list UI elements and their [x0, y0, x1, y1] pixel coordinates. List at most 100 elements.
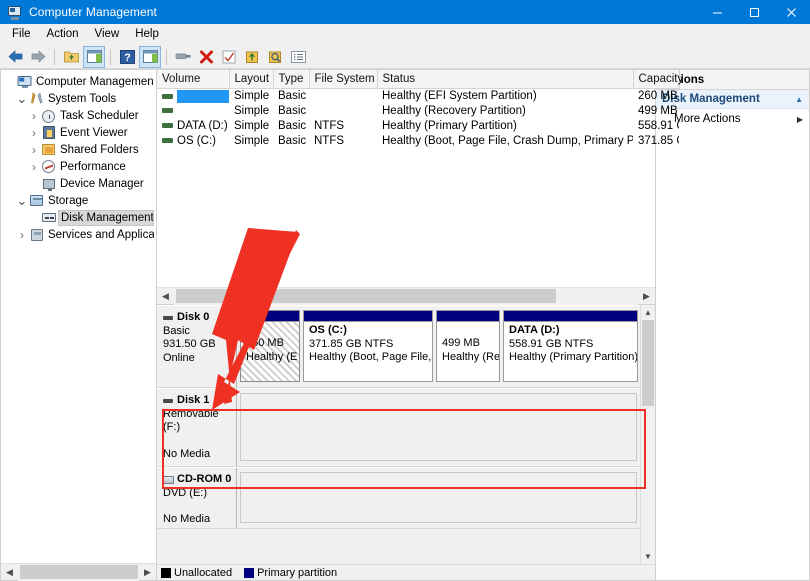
column-header-type[interactable]: Type: [273, 70, 309, 88]
partition-label: DATA (D:): [509, 324, 633, 338]
graph-scroll-thumb[interactable]: [642, 320, 654, 406]
tree-node-disk-management[interactable]: Disk Management: [1, 209, 156, 226]
column-header-volume[interactable]: Volume: [157, 70, 229, 88]
volume-scroll-track[interactable]: [174, 288, 638, 305]
chevron-right-icon[interactable]: ›: [27, 127, 41, 139]
chevron-right-icon[interactable]: ›: [15, 229, 29, 241]
tree-scroll-track[interactable]: [18, 564, 139, 581]
view-details-icon[interactable]: [287, 46, 309, 68]
volume-cell-capacity: 371.85 G: [633, 134, 679, 149]
up-folder-icon[interactable]: [60, 46, 82, 68]
disk-no-media-area[interactable]: [240, 472, 637, 523]
volume-cell-name[interactable]: OS (C:): [157, 134, 229, 149]
column-header-capacity[interactable]: Capacity: [633, 70, 679, 88]
volume-cell-layout: Simple: [229, 88, 273, 104]
disk-row-disk-1[interactable]: Disk 1Removable (F:)No Media: [157, 388, 640, 467]
forward-icon[interactable]: [27, 46, 49, 68]
toolbar-separator: [54, 49, 55, 65]
legend-item: Unallocated: [161, 567, 232, 579]
svg-text:?: ?: [124, 52, 131, 64]
chevron-right-icon[interactable]: ›: [27, 144, 41, 156]
computer-management-window: Computer Management File Action View Hel…: [0, 0, 810, 581]
graph-scroll-up-icon[interactable]: ▲: [641, 305, 655, 320]
volume-scroll-left-icon[interactable]: ◀: [157, 288, 174, 304]
graph-scroll-down-icon[interactable]: ▼: [641, 549, 655, 564]
menu-help[interactable]: Help: [127, 26, 167, 43]
volume-row[interactable]: SimpleBasicHealthy (Recovery Partition)4…: [157, 104, 679, 119]
computer-icon: [17, 74, 33, 90]
partition-block[interactable]: 499 MBHealthy (Re: [436, 310, 500, 382]
column-header-file-system[interactable]: File System: [309, 70, 377, 88]
column-header-status[interactable]: Status: [377, 70, 633, 88]
show-hide-console-tree-icon[interactable]: [83, 46, 105, 68]
volume-cell-capacity: 558.91 G: [633, 119, 679, 134]
tree-horizontal-scrollbar[interactable]: ◀ ▶: [1, 563, 156, 580]
volume-scroll-right-icon[interactable]: ▶: [638, 288, 655, 304]
volume-cell-name[interactable]: DATA (D:): [157, 119, 229, 134]
disk-row-cd-rom-0[interactable]: CD-ROM 0DVD (E:)No Media: [157, 467, 640, 529]
tree-scroll-left-icon[interactable]: ◀: [1, 564, 18, 580]
tree-node-performance[interactable]: ›Performance: [1, 158, 156, 175]
tree-node-services-and-applications[interactable]: ›Services and Applications: [1, 226, 156, 243]
disk-name-label: CD-ROM 0: [177, 473, 231, 487]
disk-info-line: [163, 500, 232, 513]
tree-node-task-scheduler[interactable]: ›Task Scheduler: [1, 107, 156, 124]
disk-info-panel[interactable]: Disk 1Removable (F:)No Media: [157, 388, 237, 466]
rescan-disks-icon[interactable]: [264, 46, 286, 68]
performance-icon-glyph: [42, 160, 55, 173]
partition-block[interactable]: OS (C:)371.85 GB NTFSHealthy (Boot, Page…: [303, 310, 433, 382]
disk-info-panel[interactable]: CD-ROM 0DVD (E:)No Media: [157, 467, 237, 528]
tree-node-event-viewer[interactable]: ›Event Viewer: [1, 124, 156, 141]
tree-node-computer-management-local[interactable]: Computer Management (Local: [1, 73, 156, 90]
close-button[interactable]: [773, 0, 810, 24]
chevron-up-icon[interactable]: ▲: [795, 95, 803, 104]
tree-scroll-right-icon[interactable]: ▶: [139, 564, 156, 580]
disk-info-panel[interactable]: Disk 0Basic931.50 GBOnline: [157, 305, 237, 387]
volume-cell-name[interactable]: [157, 104, 229, 119]
back-icon[interactable]: [4, 46, 26, 68]
tree-node-shared-folders[interactable]: ›Shared Folders: [1, 141, 156, 158]
performance-icon: [41, 159, 57, 175]
tree-node-storage[interactable]: ⌄Storage: [1, 192, 156, 209]
menu-view[interactable]: View: [87, 26, 128, 43]
maximize-button[interactable]: [736, 0, 773, 24]
show-action-pane-icon[interactable]: [139, 46, 161, 68]
disk-row-disk-0[interactable]: Disk 0Basic931.50 GBOnline260 MBHealthy …: [157, 305, 640, 388]
volume-row[interactable]: SimpleBasicHealthy (EFI System Partition…: [157, 88, 679, 104]
volume-scroll-thumb[interactable]: [176, 289, 556, 303]
chevron-right-icon[interactable]: ›: [27, 161, 41, 173]
menu-file[interactable]: File: [4, 26, 39, 43]
minimize-button[interactable]: [699, 0, 736, 24]
volume-list-pane: Volume Layout Type File System Status Ca…: [157, 70, 655, 305]
partition-label: [442, 324, 495, 337]
refresh-icon[interactable]: [218, 46, 240, 68]
tree-node-device-manager[interactable]: Device Manager: [1, 175, 156, 192]
chevron-right-icon[interactable]: ›: [27, 110, 41, 122]
partition-block[interactable]: DATA (D:)558.91 GB NTFSHealthy (Primary …: [503, 310, 638, 382]
column-header-layout[interactable]: Layout: [229, 70, 273, 88]
graphical-view-vertical-scrollbar[interactable]: ▲ ▼: [640, 305, 655, 564]
storage-icon-glyph: [30, 195, 43, 206]
legend-label: Unallocated: [174, 567, 232, 579]
chevron-right-icon[interactable]: ▶: [797, 115, 803, 124]
delete-icon[interactable]: [195, 46, 217, 68]
menu-action[interactable]: Action: [39, 26, 87, 43]
partition-details: OS (C:)371.85 GB NTFSHealthy (Boot, Page…: [304, 322, 432, 381]
chevron-down-icon[interactable]: ⌄: [15, 197, 29, 205]
disk-no-media-area[interactable]: [240, 393, 637, 461]
volume-cell-name[interactable]: [157, 88, 229, 104]
volume-cell-capacity: 260 MB: [633, 88, 679, 104]
tree-node-system-tools[interactable]: ⌄System Tools: [1, 90, 156, 107]
tree-scroll-thumb[interactable]: [20, 565, 138, 579]
properties-icon[interactable]: [172, 46, 194, 68]
volume-row[interactable]: DATA (D:)SimpleBasicNTFSHealthy (Primary…: [157, 119, 679, 134]
partition-size: 558.91 GB NTFS: [509, 338, 633, 352]
volume-list-horizontal-scrollbar[interactable]: ◀ ▶: [157, 287, 655, 304]
graph-scroll-track[interactable]: [641, 320, 655, 549]
chevron-down-icon[interactable]: ⌄: [15, 95, 29, 103]
help-icon[interactable]: ?: [116, 46, 138, 68]
export-list-icon[interactable]: [241, 46, 263, 68]
volume-row[interactable]: OS (C:)SimpleBasicNTFSHealthy (Boot, Pag…: [157, 134, 679, 149]
partition-block[interactable]: 260 MBHealthy (E: [240, 310, 300, 382]
console-tree[interactable]: Computer Management (Local⌄System Tools›…: [1, 70, 156, 563]
